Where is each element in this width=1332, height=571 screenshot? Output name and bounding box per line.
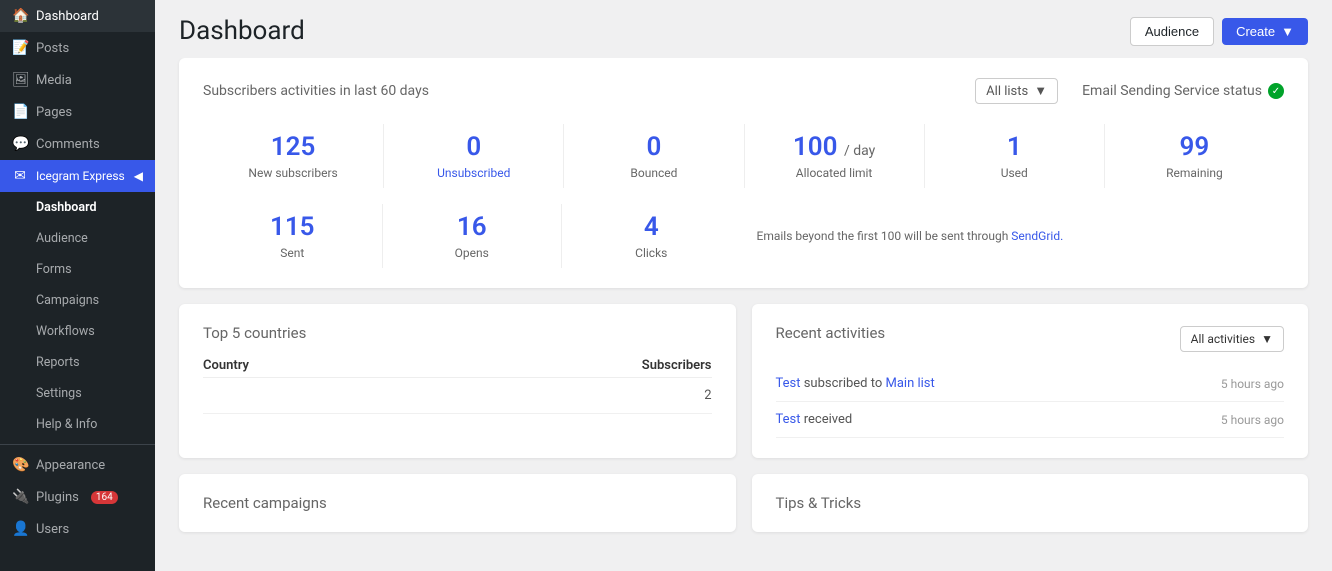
email-status-label: Email Sending Service status ✓ [1082, 83, 1284, 99]
activity-time-2: 5 hours ago [1221, 413, 1284, 427]
sent-value: 115 [207, 212, 378, 242]
bottom-cards: Recent campaigns Tips & Tricks [179, 474, 1308, 548]
top-countries-card: Top 5 countries Country Subscribers 2 [179, 304, 736, 458]
activity-row-1: Test subscribed to Main list 5 hours ago [776, 366, 1285, 402]
activities-right: All lists ▼ Email Sending Service status… [975, 78, 1284, 104]
sidebar-item-posts[interactable]: 📝 Posts [0, 32, 155, 64]
pages-icon: 📄 [12, 104, 28, 120]
recent-campaigns-title: Recent campaigns [203, 494, 712, 512]
sidebar-item-appearance[interactable]: 🎨 Appearance [0, 449, 155, 481]
dashboard-icon: 🏠 [12, 8, 28, 24]
remaining-value: 99 [1109, 132, 1280, 162]
all-lists-select[interactable]: All lists ▼ [975, 78, 1058, 104]
page-title: Dashboard [179, 16, 305, 46]
activity-time-1: 5 hours ago [1221, 377, 1284, 391]
countries-table-header: Country Subscribers [203, 354, 712, 378]
page-content: Subscribers activities in last 60 days A… [155, 58, 1332, 571]
used-value: 1 [929, 132, 1100, 162]
tips-card: Tips & Tricks [752, 474, 1309, 532]
recent-campaigns-card: Recent campaigns [179, 474, 736, 532]
stat-opens: 16 Opens [382, 204, 562, 268]
create-chevron-icon: ▼ [1281, 24, 1294, 39]
page-header: Dashboard Audience Create ▼ [155, 0, 1332, 58]
recent-activities-header: Recent activities All activities ▼ [776, 324, 1285, 354]
sidebar-item-pages[interactable]: 📄 Pages [0, 96, 155, 128]
allocated-label: Allocated limit [749, 166, 920, 180]
recent-activities-title: Recent activities [776, 324, 886, 342]
activity-link-test-1[interactable]: Test [776, 376, 801, 391]
stat-used: 1 Used [924, 124, 1104, 188]
sidebar-item-users[interactable]: 👤 Users [0, 513, 155, 545]
activity-link-test-2[interactable]: Test [776, 412, 801, 427]
sent-label: Sent [207, 246, 378, 260]
appearance-icon: 🎨 [12, 457, 28, 473]
clicks-value: 4 [566, 212, 737, 242]
stats-row-2: 115 Sent 16 Opens 4 Clicks Emails beyond… [203, 204, 1284, 268]
tips-title: Tips & Tricks [776, 494, 1285, 512]
recent-activities-card: Recent activities All activities ▼ Test … [752, 304, 1309, 458]
sidebar-item-dashboard[interactable]: 🏠 Dashboard [0, 0, 155, 32]
bounced-label: Bounced [568, 166, 739, 180]
sidebar-sub-workflows[interactable]: Workflows [0, 316, 155, 347]
activity-row-2: Test received 5 hours ago [776, 402, 1285, 438]
plugins-icon: 🔌 [12, 489, 28, 505]
table-row: 2 [203, 378, 712, 414]
sidebar-sub-reports[interactable]: Reports [0, 347, 155, 378]
icegram-icon: ✉ [12, 168, 28, 184]
sidebar-sub-dashboard[interactable]: Dashboard [0, 192, 155, 223]
icegram-arrow: ◀ [134, 169, 143, 183]
used-label: Used [929, 166, 1100, 180]
activities-title: Subscribers activities in last 60 days [203, 83, 429, 99]
remaining-label: Remaining [1109, 166, 1280, 180]
sidebar-sub-settings[interactable]: Settings [0, 378, 155, 409]
select-chevron-icon: ▼ [1034, 83, 1047, 99]
opens-value: 16 [387, 212, 558, 242]
stat-bounced: 0 Bounced [563, 124, 743, 188]
sidebar-item-comments[interactable]: 💬 Comments [0, 128, 155, 160]
sidebar: 🏠 Dashboard 📝 Posts 🖼 Media 📄 Pages 💬 Co… [0, 0, 155, 571]
header-actions: Audience Create ▼ [1130, 17, 1308, 46]
status-indicator: ✓ [1268, 83, 1284, 99]
sidebar-item-media[interactable]: 🖼 Media [0, 64, 155, 96]
stat-sent: 115 Sent [203, 204, 382, 268]
posts-icon: 📝 [12, 40, 28, 56]
opens-label: Opens [387, 246, 558, 260]
comments-icon: 💬 [12, 136, 28, 152]
unsubscribed-value: 0 [388, 132, 559, 162]
allocated-value: 100 / day [749, 132, 920, 162]
sendgrid-note-area: Emails beyond the first 100 will be sent… [741, 229, 1285, 243]
create-button[interactable]: Create ▼ [1222, 18, 1308, 45]
unsubscribed-label: Unsubscribed [388, 166, 559, 180]
sidebar-sub-forms[interactable]: Forms [0, 254, 155, 285]
stats-row-1: 125 New subscribers 0 Unsubscribed 0 Bou… [203, 124, 1284, 188]
stat-allocated: 100 / day Allocated limit [744, 124, 924, 188]
activities-filter-dropdown[interactable]: All activities ▼ [1180, 326, 1284, 352]
top-countries-title: Top 5 countries [203, 324, 712, 342]
stat-unsubscribed: 0 Unsubscribed [383, 124, 563, 188]
audience-button[interactable]: Audience [1130, 17, 1214, 46]
sidebar-sub-help[interactable]: Help & Info [0, 409, 155, 440]
media-icon: 🖼 [12, 72, 28, 88]
stat-new-subscribers: 125 New subscribers [203, 124, 383, 188]
sendgrid-link[interactable]: SendGrid. [1011, 229, 1063, 243]
stat-clicks: 4 Clicks [561, 204, 741, 268]
sidebar-item-plugins[interactable]: 🔌 Plugins 164 [0, 481, 155, 513]
stat-remaining: 99 Remaining [1104, 124, 1284, 188]
filter-chevron-icon: ▼ [1261, 332, 1273, 346]
bounced-value: 0 [568, 132, 739, 162]
plugins-badge: 164 [91, 491, 118, 504]
two-col-row: Top 5 countries Country Subscribers 2 Re… [179, 304, 1308, 474]
sidebar-item-icegram[interactable]: ✉ Icegram Express ◀ [0, 160, 155, 192]
users-icon: 👤 [12, 521, 28, 537]
new-subscribers-label: New subscribers [207, 166, 379, 180]
sidebar-sub-campaigns[interactable]: Campaigns [0, 285, 155, 316]
sidebar-sub-audience[interactable]: Audience [0, 223, 155, 254]
activities-header: Subscribers activities in last 60 days A… [203, 78, 1284, 104]
new-subscribers-value: 125 [207, 132, 379, 162]
activity-link-main-list[interactable]: Main list [886, 376, 935, 391]
main-content: Dashboard Audience Create ▼ Subscribers … [155, 0, 1332, 571]
clicks-label: Clicks [566, 246, 737, 260]
activities-card: Subscribers activities in last 60 days A… [179, 58, 1308, 288]
